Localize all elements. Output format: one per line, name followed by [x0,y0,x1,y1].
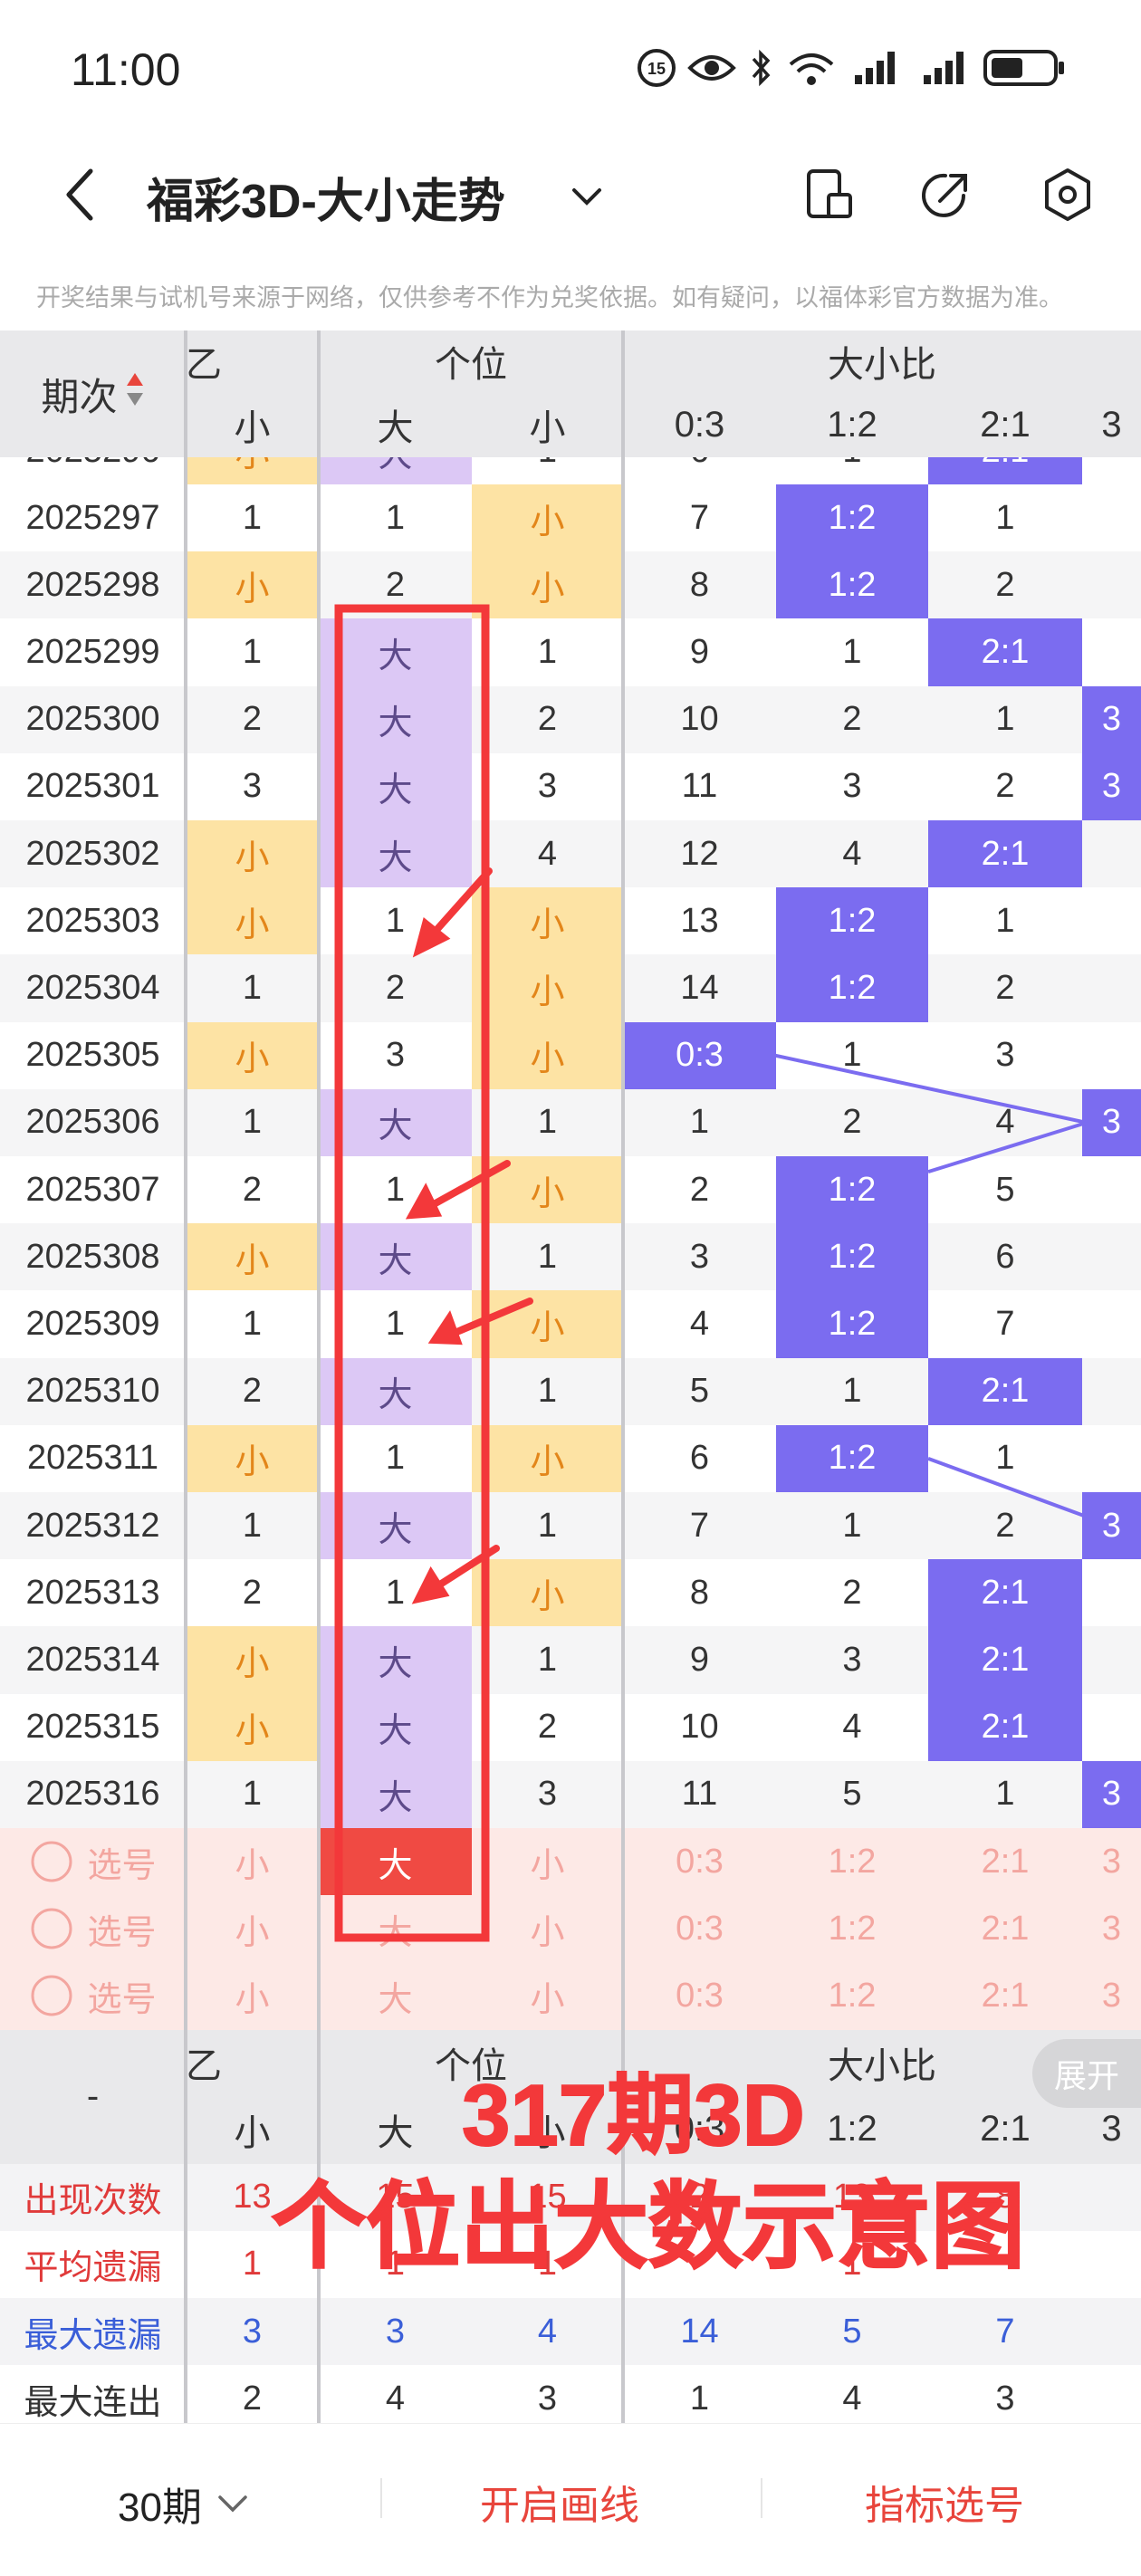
annotation-line-2: 个位出大数示意图 [271,2174,1026,2281]
period-selector[interactable]: 30期 [118,2475,251,2533]
arrow-2 [422,1160,511,1212]
annotation-line-1: 317期3D [461,2066,806,2165]
arrow-1 [427,867,493,941]
draw-lines-button[interactable]: 开启画线 [480,2473,639,2531]
bottom-toolbar: 30期 开启画线 指标选号 [0,2423,1141,2576]
indicator-pick-button[interactable]: 指标选号 [865,2473,1024,2531]
annotation-overlay [334,604,533,1942]
highlight-box [334,604,490,1942]
chevron-down-icon [218,2495,247,2513]
divider [380,2478,382,2518]
divider [761,2478,762,2518]
period-selector-label: 30期 [118,2485,202,2530]
